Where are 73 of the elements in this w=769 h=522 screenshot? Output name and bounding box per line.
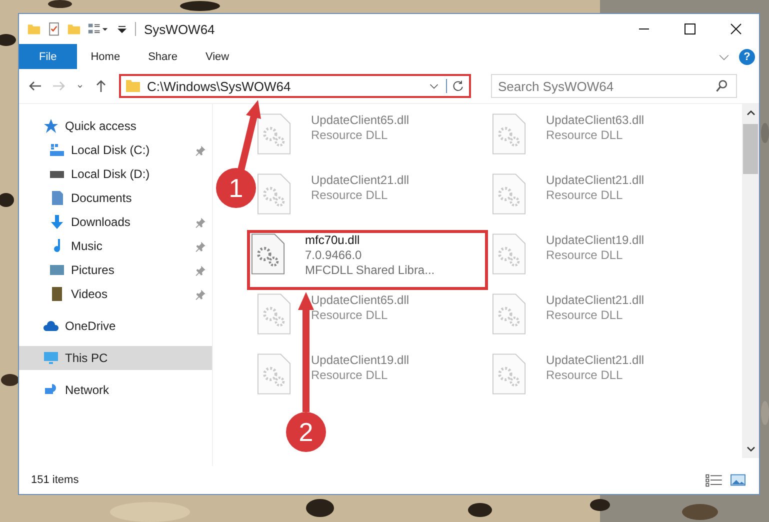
view-dropdown-icon[interactable] bbox=[87, 22, 109, 36]
dll-file-icon bbox=[492, 233, 526, 275]
file-detail: Resource DLL bbox=[546, 248, 624, 262]
window-title: SysWOW64 bbox=[144, 22, 215, 36]
pin-icon bbox=[195, 264, 206, 276]
ribbon-tab[interactable]: Home bbox=[76, 44, 134, 69]
scrollbar[interactable] bbox=[742, 104, 759, 458]
file-detail: Resource DLL bbox=[546, 128, 624, 142]
file-detail: Resource DLL bbox=[311, 368, 389, 382]
pictures-icon bbox=[49, 262, 65, 278]
dll-file-icon bbox=[257, 173, 291, 215]
large-icons-view-icon[interactable] bbox=[729, 473, 747, 487]
sidebar-item[interactable]: Local Disk (D:) bbox=[19, 162, 156, 186]
dll-file-icon bbox=[492, 353, 526, 395]
dll-file-icon bbox=[257, 293, 291, 335]
sidebar-item[interactable]: Quick access bbox=[19, 114, 212, 138]
file-name: mfc70u.dll bbox=[305, 233, 361, 247]
video-icon bbox=[49, 286, 65, 302]
dll-file-icon bbox=[257, 353, 291, 395]
ribbon-tab[interactable]: View bbox=[191, 44, 244, 69]
folder-icon bbox=[125, 78, 141, 94]
star-icon bbox=[43, 118, 59, 134]
dll-file-icon bbox=[492, 173, 526, 215]
file-name: UpdateClient21.dll bbox=[546, 293, 644, 307]
scroll-thumb[interactable] bbox=[743, 124, 758, 174]
file-detail: Resource DLL bbox=[311, 128, 389, 142]
ribbon-tab[interactable]: Share bbox=[134, 44, 192, 69]
address-field[interactable]: C:\Windows\SysWOW64 bbox=[119, 74, 471, 98]
file-detail: Resource DLL bbox=[546, 368, 624, 382]
file-detail: Resource DLL bbox=[546, 308, 624, 322]
search-field[interactable]: Search SysWOW64 bbox=[491, 74, 737, 98]
dll-file-icon bbox=[251, 233, 285, 275]
drive-win-icon bbox=[49, 142, 65, 158]
file-detail: Resource DLL bbox=[546, 188, 624, 202]
item-count: 151 items bbox=[31, 474, 79, 486]
sidebar-item[interactable]: This PC bbox=[19, 346, 212, 370]
ribbon-tab[interactable]: File bbox=[19, 44, 77, 69]
help-button[interactable]: ? bbox=[739, 48, 755, 64]
download-icon bbox=[49, 214, 65, 230]
file-name: UpdateClient21.dll bbox=[311, 173, 410, 187]
dll-file-icon bbox=[492, 293, 526, 335]
details-view-icon[interactable] bbox=[705, 473, 723, 487]
file-name: UpdateClient21.dll bbox=[546, 353, 644, 367]
sidebar-item[interactable]: Documents bbox=[19, 186, 138, 210]
file-detail: Resource DLL bbox=[311, 308, 389, 322]
file-name: UpdateClient65.dll bbox=[311, 113, 410, 127]
sidebar-item[interactable]: Downloads bbox=[19, 210, 212, 234]
pin-icon bbox=[195, 288, 206, 300]
document-icon bbox=[49, 190, 65, 206]
sidebar-item[interactable]: Local Disk (C:) bbox=[19, 138, 212, 162]
pin-icon bbox=[195, 144, 206, 156]
properties-icon[interactable] bbox=[47, 22, 61, 36]
sidebar-item[interactable]: Videos bbox=[19, 282, 212, 306]
sidebar-item[interactable]: Music bbox=[19, 234, 212, 258]
file-detail: Resource DLL bbox=[311, 188, 389, 202]
file-name: UpdateClient63.dll bbox=[546, 113, 644, 127]
pin-icon bbox=[195, 216, 206, 228]
file-detail: 7.0.9466.0 bbox=[305, 248, 363, 262]
file-detail: MFCDLL Shared Libra... bbox=[305, 263, 435, 277]
file-name: UpdateClient65.dll bbox=[311, 293, 410, 307]
dll-file-icon bbox=[257, 113, 291, 155]
sidebar-item[interactable]: OneDrive bbox=[19, 314, 212, 338]
arrow bbox=[238, 100, 261, 171]
file-name: UpdateClient21.dll bbox=[546, 173, 644, 187]
cloud-icon bbox=[43, 318, 59, 334]
file-name: UpdateClient19.dll bbox=[311, 353, 410, 367]
pin-icon bbox=[195, 240, 206, 252]
sidebar-item[interactable]: Network bbox=[19, 378, 212, 402]
file-item[interactable]: mfc70u.dll 7.0.9466.0 MFCDLL Shared Libra... bbox=[247, 230, 488, 290]
sidebar-item[interactable]: Pictures bbox=[19, 258, 212, 282]
monitor-icon bbox=[43, 350, 59, 366]
dll-file-icon bbox=[492, 113, 526, 155]
file-name: UpdateClient19.dll bbox=[546, 233, 644, 247]
